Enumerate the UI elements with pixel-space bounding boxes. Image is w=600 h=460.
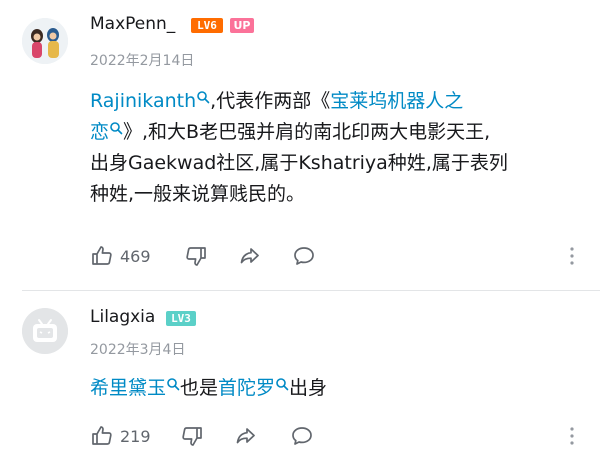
keyword-link[interactable]: 恋	[90, 121, 109, 143]
like-button[interactable]: 469	[90, 243, 151, 269]
search-icon	[197, 91, 210, 104]
like-count: 469	[120, 246, 151, 266]
text-line: 恋》,和大B老巴强并肩的南北印两大电影天王,	[90, 117, 590, 148]
more-button[interactable]	[560, 423, 584, 449]
text-segment: 出身	[289, 377, 328, 399]
text-line: 希里黛玉 也是首陀罗 出身	[90, 373, 590, 404]
keyword-link[interactable]: 希里黛玉	[90, 377, 166, 399]
more-icon	[570, 247, 574, 265]
level-badge: LV6	[191, 18, 223, 33]
share-icon	[236, 428, 255, 444]
search-icon	[110, 122, 123, 135]
keyword-link[interactable]: Rajinikanth	[90, 90, 196, 112]
more-button[interactable]	[560, 243, 584, 269]
username[interactable]: MaxPenn_	[90, 14, 175, 34]
comment-date: 2022年3月4日	[90, 342, 186, 358]
reply-button[interactable]	[290, 423, 314, 449]
like-count: 219	[120, 426, 151, 446]
thumbs-down-icon	[182, 427, 202, 446]
avatar[interactable]	[22, 18, 68, 64]
keyword-link[interactable]: 宝莱坞机器人之	[330, 90, 463, 112]
comment-1: MaxPenn_ LV6 UP 2022年2月14日 Rajinikanth ,代…	[0, 0, 600, 290]
text-line: Rajinikanth ,代表作两部《宝莱坞机器人之	[90, 86, 590, 117]
reply-icon	[294, 247, 314, 265]
text-segment: ,代表作两部《	[210, 90, 331, 112]
share-button[interactable]	[238, 243, 262, 269]
search-icon	[167, 378, 180, 391]
thumbs-up-icon	[92, 246, 112, 265]
comment-actions: 469	[90, 243, 590, 269]
reply-icon	[292, 427, 312, 445]
comment-text: 希里黛玉 也是首陀罗 出身	[90, 373, 590, 404]
avatar[interactable]	[22, 308, 68, 354]
reply-button[interactable]	[292, 243, 316, 269]
share-icon	[240, 248, 259, 264]
thumbs-up-icon	[92, 426, 112, 445]
search-icon	[276, 378, 289, 391]
comment-date: 2022年2月14日	[90, 53, 195, 69]
text-segment: 》,和大B老巴强并肩的南北印两大电影天王,	[123, 121, 491, 143]
level-badge: LV3	[166, 311, 196, 326]
thumbs-down-icon	[186, 247, 206, 266]
keyword-link[interactable]: 首陀罗	[218, 377, 275, 399]
more-icon	[570, 427, 574, 445]
dislike-button[interactable]	[180, 423, 204, 449]
username[interactable]: Lilagxia	[90, 307, 155, 327]
share-button[interactable]	[234, 423, 258, 449]
comment-2: Lilagxia LV3 2022年3月4日 希里黛玉 也是首陀罗 出身 219	[0, 291, 600, 460]
text-segment: 也是	[180, 377, 219, 399]
comment-actions: 219	[90, 423, 590, 449]
comment-text: Rajinikanth ,代表作两部《宝莱坞机器人之 恋》,和大B老巴强并肩的南北…	[90, 86, 590, 210]
text-line: 出身Gaekwad社区,属于Kshatriya种姓,属于表列	[90, 152, 508, 174]
like-button[interactable]: 219	[90, 423, 151, 449]
text-line: 种姓,一般来说算贱民的。	[90, 183, 306, 205]
dislike-button[interactable]	[184, 243, 208, 269]
up-badge: UP	[230, 18, 254, 33]
